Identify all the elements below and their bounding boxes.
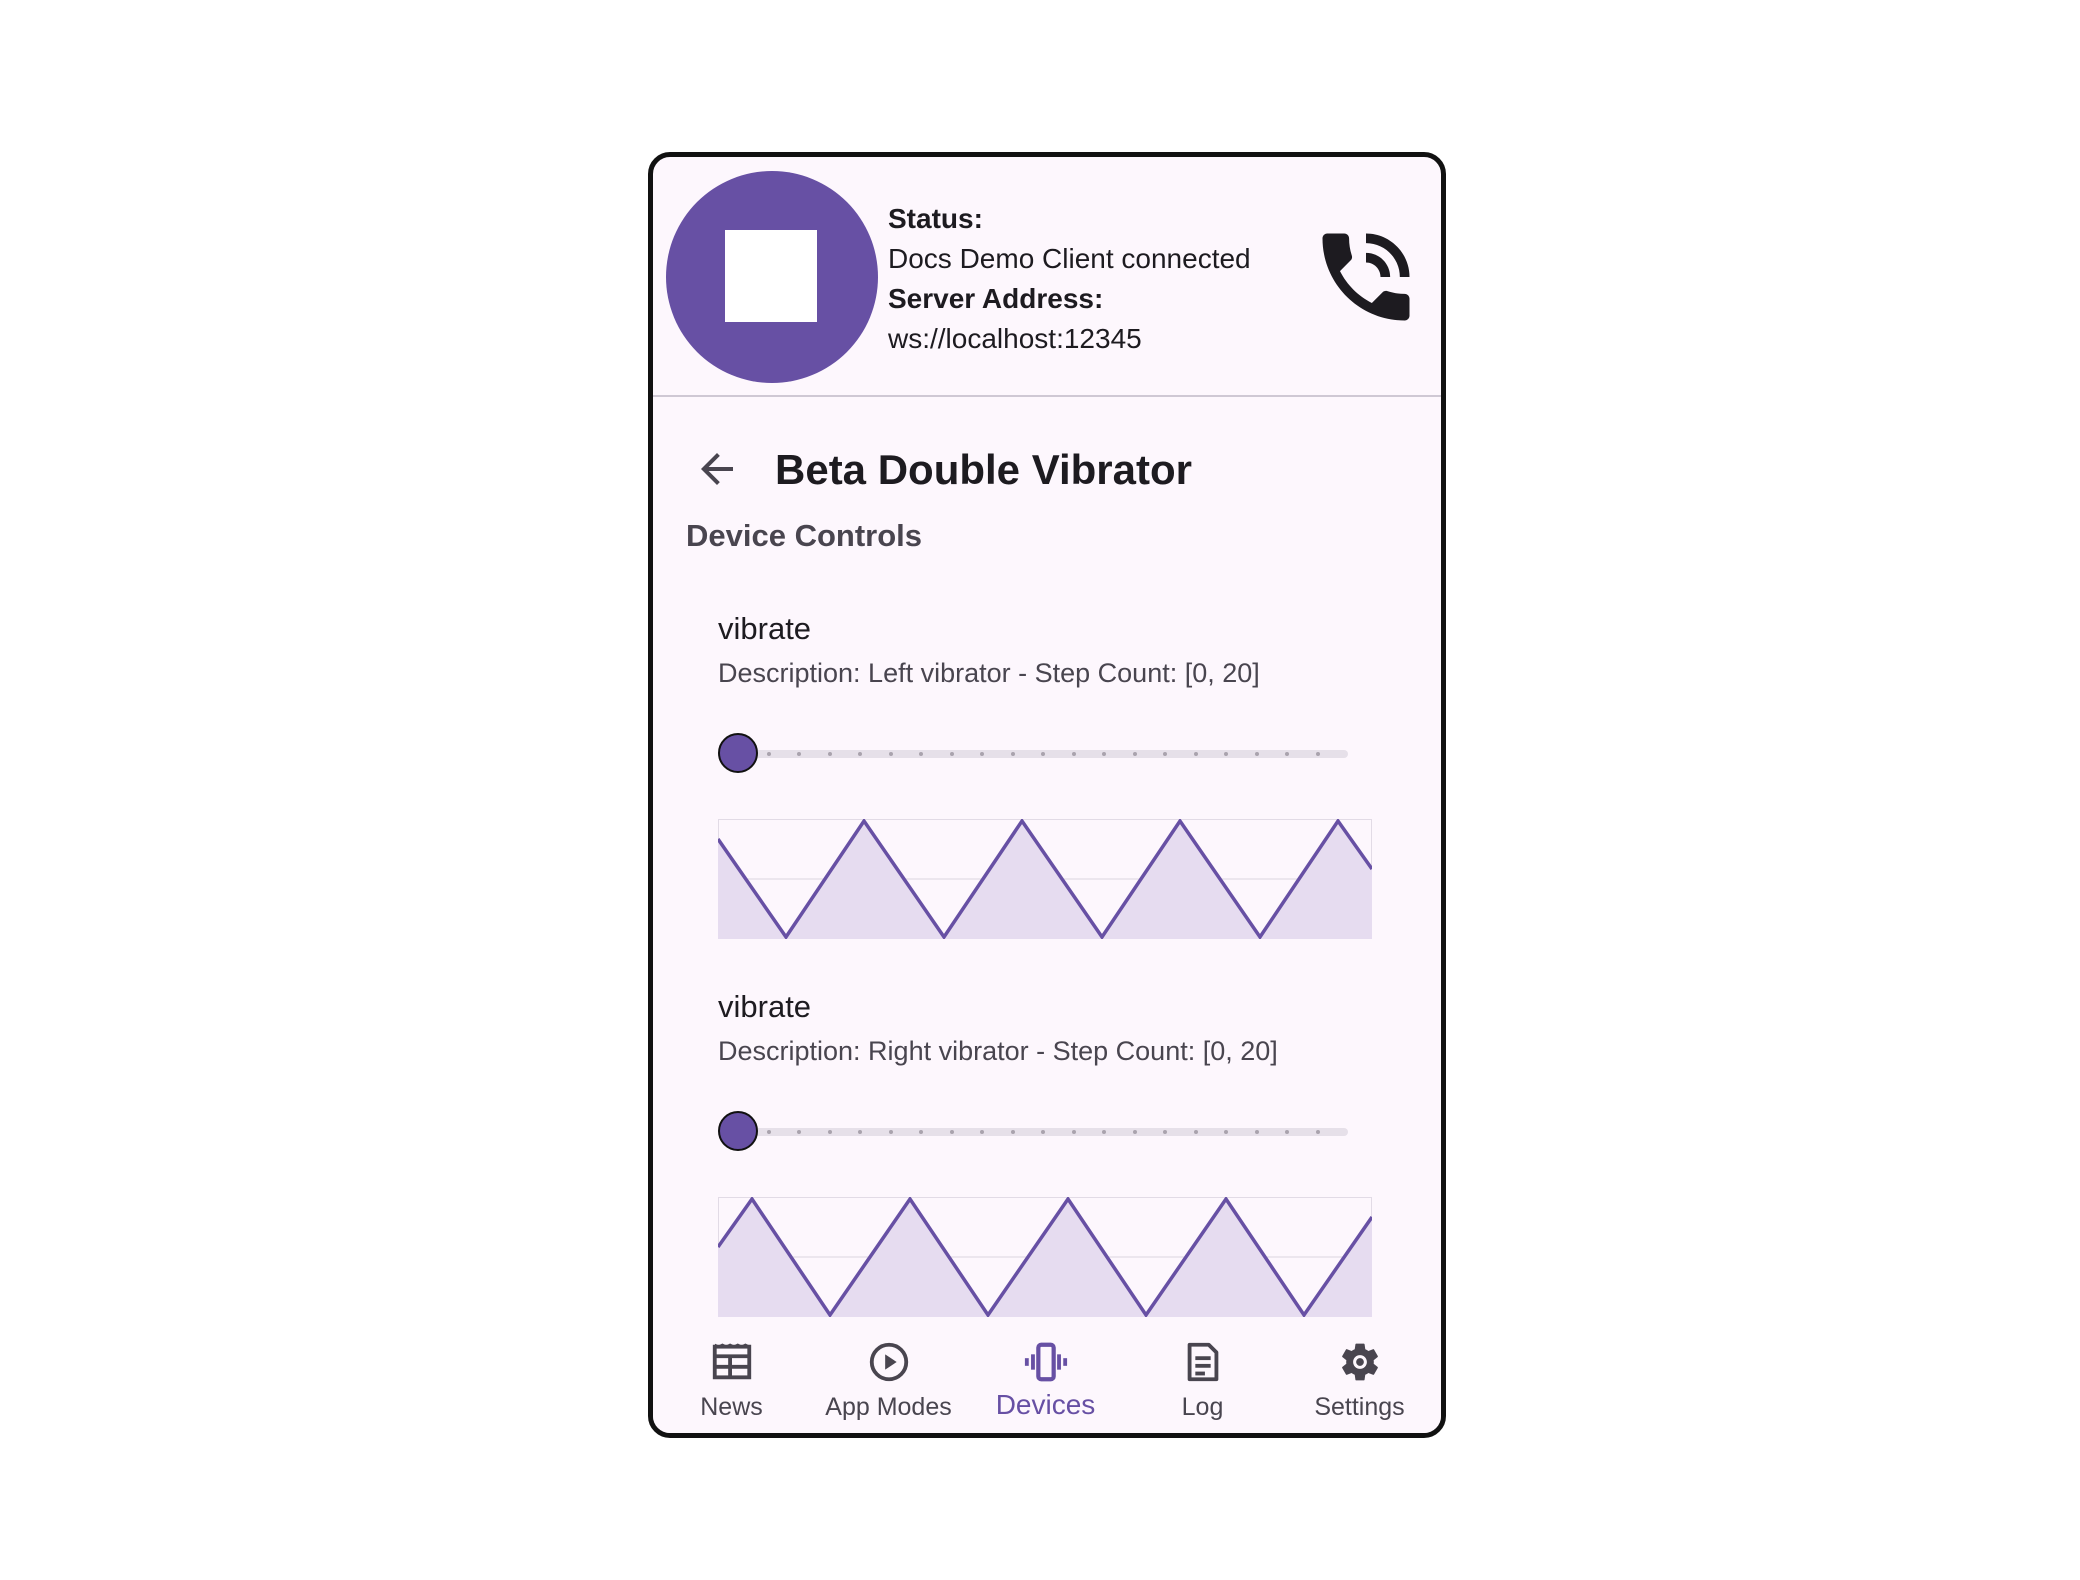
slider-tick: [919, 752, 923, 756]
feature-name: vibrate: [718, 989, 812, 1024]
slider-tick: [1010, 752, 1015, 756]
feature-name: vibrate: [718, 611, 812, 646]
vibration-waveform-left: [718, 819, 1372, 939]
status-info: Status: Docs Demo Client connected Serve…: [888, 199, 1251, 359]
connection-status-panel: Status: Docs Demo Client connected Serve…: [653, 157, 1441, 397]
slider-tick: [1193, 752, 1198, 756]
vibrate-slider-right[interactable]: [718, 1107, 1368, 1157]
slider-tick: [1041, 1130, 1045, 1134]
slider-tick: [1285, 1130, 1289, 1134]
slider-tick: [766, 1130, 771, 1134]
slider-tick: [858, 752, 862, 756]
slider-tick: [1071, 1130, 1076, 1134]
slider-tick: [1285, 752, 1289, 756]
slider-tick: [949, 752, 954, 756]
newspaper-icon: [712, 1343, 752, 1380]
stop-icon: [725, 230, 817, 322]
slider-tick: [1193, 1130, 1198, 1134]
slider-tick: [1254, 1130, 1259, 1134]
vibration-icon: [1024, 1342, 1068, 1382]
nav-item-devices[interactable]: Devices: [967, 1325, 1124, 1433]
slider-tick: [888, 752, 893, 756]
nav-label: App Modes: [825, 1393, 952, 1421]
feature-right-vibrator: vibrate Description: Right vibrator - St…: [653, 987, 1441, 1367]
slider-tick: [1224, 752, 1228, 756]
nav-label: Log: [1181, 1393, 1224, 1421]
nav-item-settings[interactable]: Settings: [1281, 1325, 1438, 1433]
slider-tick: [980, 752, 984, 756]
vibrate-slider-left[interactable]: [718, 729, 1368, 779]
slider-tick: [858, 1130, 862, 1134]
slider-tick: [1071, 752, 1076, 756]
status-label: Status:: [888, 203, 983, 234]
bottom-navigation: News App Modes Devices Log Settings: [653, 1325, 1441, 1433]
nav-item-app-modes[interactable]: App Modes: [810, 1325, 967, 1433]
app-window: Status: Docs Demo Client connected Serve…: [648, 152, 1446, 1438]
slider-tick: [1163, 1130, 1167, 1134]
slider-tick: [827, 1130, 832, 1134]
slider-tick: [1132, 752, 1137, 756]
gear-icon: [1342, 1343, 1378, 1381]
slider-tick: [1224, 1130, 1228, 1134]
slider-thumb[interactable]: [718, 733, 758, 773]
nav-label: Settings: [1314, 1393, 1405, 1421]
feature-left-vibrator: vibrate Description: Left vibrator - Ste…: [653, 609, 1441, 989]
feature-description: Description: Left vibrator - Step Count:…: [718, 658, 1260, 688]
slider-tick: [1102, 752, 1106, 756]
slider-tick: [1010, 1130, 1015, 1134]
slider-tick: [1163, 752, 1167, 756]
status-value: Docs Demo Client connected: [888, 243, 1251, 274]
page-title: Beta Double Vibrator: [775, 446, 1192, 493]
slider-tick: [1254, 752, 1259, 756]
server-address-value: ws://localhost:12345: [888, 323, 1142, 354]
section-title: Device Controls: [686, 518, 923, 553]
slider-thumb[interactable]: [718, 1111, 758, 1151]
slider-tick: [1041, 752, 1045, 756]
stop-server-button[interactable]: [666, 171, 878, 383]
nav-label: Devices: [995, 1389, 1096, 1420]
back-arrow-icon[interactable]: [693, 445, 741, 493]
slider-tick: [1132, 1130, 1137, 1134]
slider-tick: [766, 752, 771, 756]
server-address-label: Server Address:: [888, 283, 1104, 314]
nav-label: News: [700, 1393, 763, 1421]
slider-tick: [1315, 1130, 1320, 1134]
slider-tick: [888, 1130, 893, 1134]
document-icon: [1187, 1342, 1219, 1382]
feature-description: Description: Right vibrator - Step Count…: [718, 1036, 1278, 1066]
slider-tick: [980, 1130, 984, 1134]
slider-tick: [1102, 1130, 1106, 1134]
slider-tick: [919, 1130, 923, 1134]
slider-tick: [797, 752, 801, 756]
slider-tick: [949, 1130, 954, 1134]
play-circle-icon: [869, 1342, 909, 1382]
title-row: Beta Double Vibrator: [653, 425, 1441, 513]
phone-in-talk-icon: [1322, 233, 1410, 321]
slider-tick: [1315, 752, 1320, 756]
nav-item-news[interactable]: News: [653, 1325, 810, 1433]
vibration-waveform-right: [718, 1197, 1372, 1317]
nav-item-log[interactable]: Log: [1124, 1325, 1281, 1433]
slider-tick: [797, 1130, 801, 1134]
slider-tick: [827, 752, 832, 756]
